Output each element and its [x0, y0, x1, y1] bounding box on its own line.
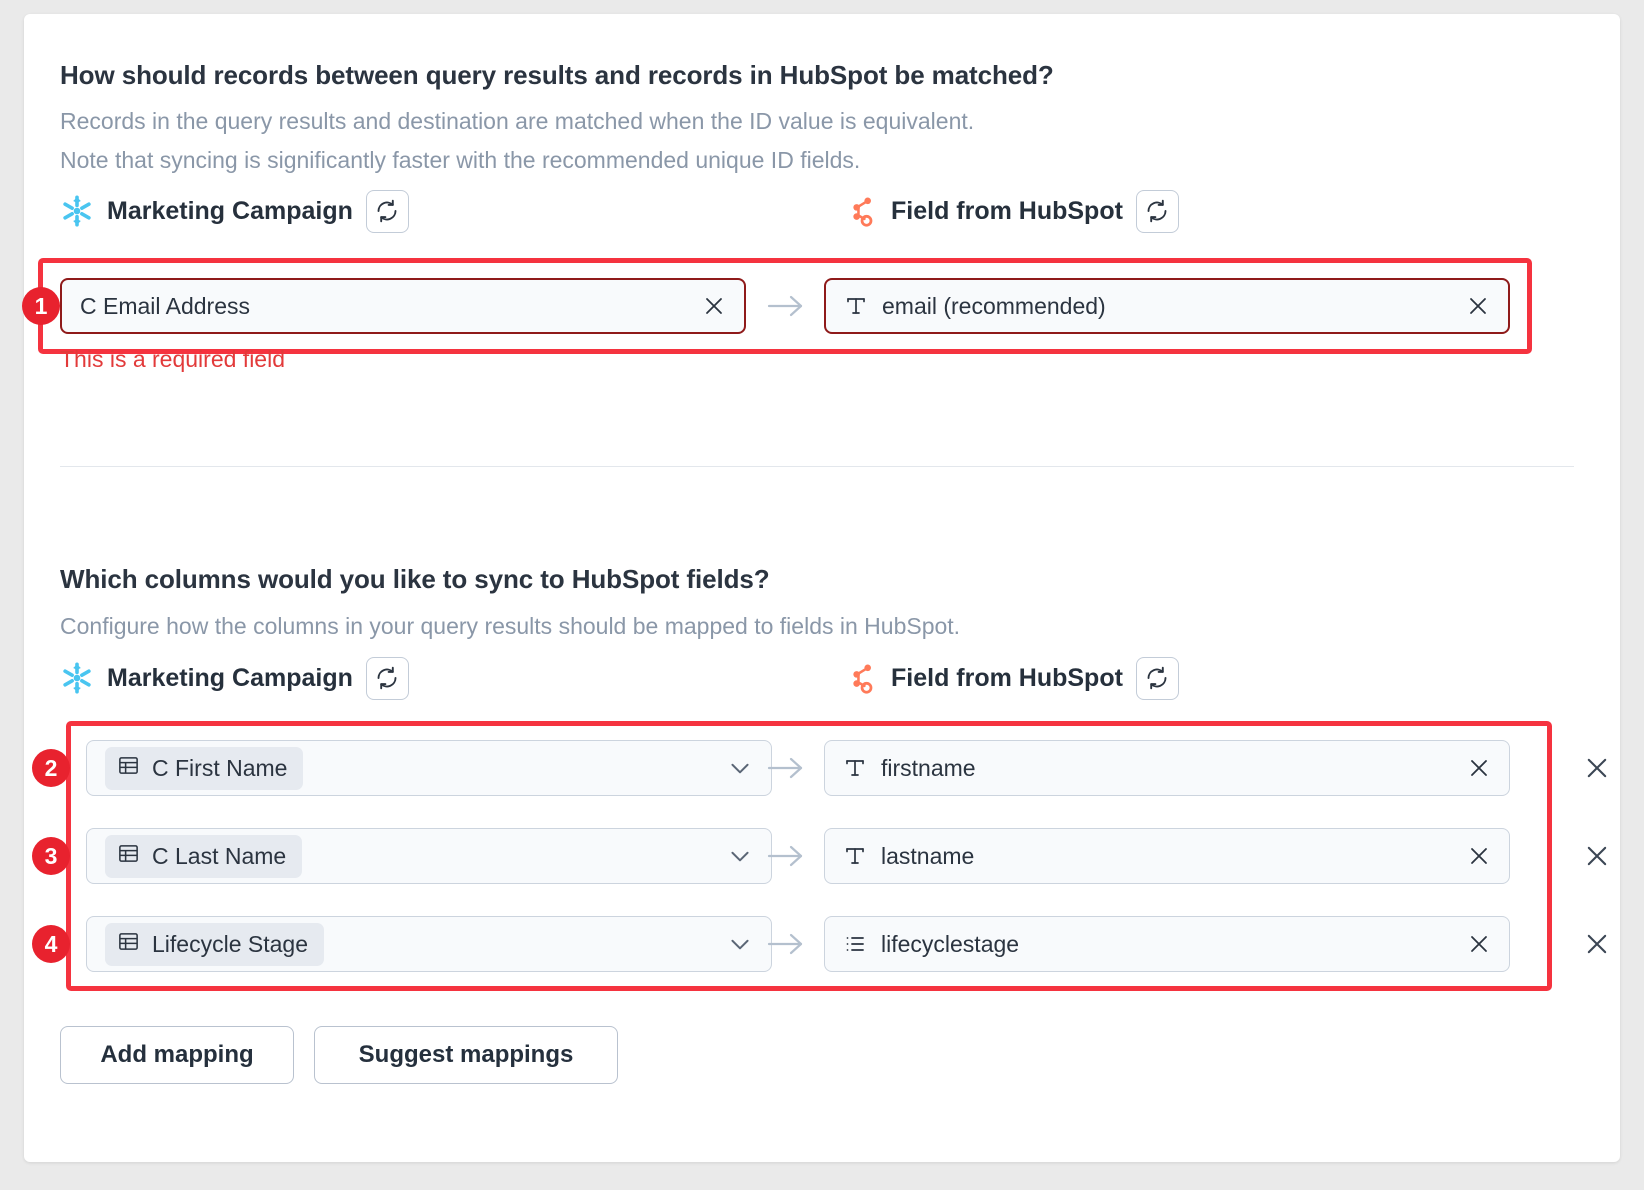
column-dest-value-2: lifecyclestage [881, 931, 1467, 958]
columns-section-title: Which columns would you like to sync to … [60, 564, 770, 595]
column-source-select-2[interactable]: Lifecycle Stage [86, 916, 772, 972]
chevron-down-icon[interactable] [727, 931, 753, 957]
column-dest-field-0[interactable]: firstname [824, 740, 1510, 796]
snowflake-icon [60, 661, 94, 695]
arrow-right-icon [766, 294, 806, 318]
match-dest-label: Field from HubSpot [891, 197, 1123, 226]
enumeration-list-icon [843, 932, 867, 956]
refresh-icon[interactable] [1136, 190, 1179, 233]
column-source-value-0: C First Name [152, 755, 287, 782]
annotation-badge-4: 4 [32, 925, 70, 963]
match-section-subtitle-line1: Records in the query results and destina… [60, 108, 974, 135]
annotation-badge-2: 2 [32, 749, 70, 787]
match-section-title: How should records between query results… [60, 60, 1054, 91]
columns-section-subtitle: Configure how the columns in your query … [60, 613, 960, 640]
annotation-badge-1: 1 [22, 287, 60, 325]
match-source-field[interactable]: C Email Address [60, 278, 746, 334]
suggest-mappings-button[interactable]: Suggest mappings [314, 1026, 618, 1084]
text-type-icon [843, 756, 867, 780]
arrow-right-icon [766, 932, 806, 956]
close-icon[interactable] [1467, 756, 1491, 780]
refresh-icon[interactable] [366, 190, 409, 233]
snowflake-icon [60, 194, 94, 228]
refresh-icon[interactable] [366, 657, 409, 700]
match-dest-field[interactable]: email (recommended) [824, 278, 1510, 334]
refresh-icon[interactable] [1136, 657, 1179, 700]
chevron-down-icon[interactable] [727, 843, 753, 869]
match-dest-header: Field from HubSpot [844, 190, 1179, 232]
delete-mapping-button-1[interactable] [1580, 839, 1614, 873]
column-source-value-2: Lifecycle Stage [152, 931, 308, 958]
column-source-value-1: C Last Name [152, 843, 286, 870]
hubspot-icon [844, 661, 878, 695]
match-dest-value: email (recommended) [882, 293, 1466, 320]
columns-source-label: Marketing Campaign [107, 664, 353, 693]
match-source-value: C Email Address [80, 293, 702, 320]
columns-dest-header: Field from HubSpot [844, 657, 1179, 699]
match-source-header: Marketing Campaign [60, 190, 409, 232]
table-column-icon [117, 930, 140, 959]
column-source-select-1[interactable]: C Last Name [86, 828, 772, 884]
column-source-chip-0: C First Name [105, 747, 303, 790]
delete-mapping-button-2[interactable] [1580, 927, 1614, 961]
delete-mapping-button-0[interactable] [1580, 751, 1614, 785]
arrow-right-icon [766, 756, 806, 780]
close-icon[interactable] [702, 294, 726, 318]
annotation-badge-3: 3 [32, 837, 70, 875]
column-dest-value-0: firstname [881, 755, 1467, 782]
close-icon[interactable] [1466, 294, 1490, 318]
required-field-error: This is a required field [60, 346, 285, 373]
add-mapping-button[interactable]: Add mapping [60, 1026, 294, 1084]
text-type-icon [844, 294, 868, 318]
column-source-chip-2: Lifecycle Stage [105, 923, 324, 966]
arrow-right-icon [766, 844, 806, 868]
close-icon[interactable] [1467, 844, 1491, 868]
column-source-chip-1: C Last Name [105, 835, 302, 878]
columns-source-header: Marketing Campaign [60, 657, 409, 699]
column-dest-value-1: lastname [881, 843, 1467, 870]
column-source-select-0[interactable]: C First Name [86, 740, 772, 796]
hubspot-icon [844, 194, 878, 228]
table-column-icon [117, 754, 140, 783]
screenshot-root: How should records between query results… [0, 0, 1644, 1190]
table-column-icon [117, 842, 140, 871]
chevron-down-icon[interactable] [727, 755, 753, 781]
text-type-icon [843, 844, 867, 868]
mapping-configuration-card: How should records between query results… [24, 14, 1620, 1162]
column-dest-field-1[interactable]: lastname [824, 828, 1510, 884]
close-icon[interactable] [1467, 932, 1491, 956]
columns-dest-label: Field from HubSpot [891, 664, 1123, 693]
column-dest-field-2[interactable]: lifecyclestage [824, 916, 1510, 972]
match-source-label: Marketing Campaign [107, 197, 353, 226]
match-section-subtitle-line2: Note that syncing is significantly faste… [60, 147, 860, 174]
section-divider [60, 466, 1574, 467]
